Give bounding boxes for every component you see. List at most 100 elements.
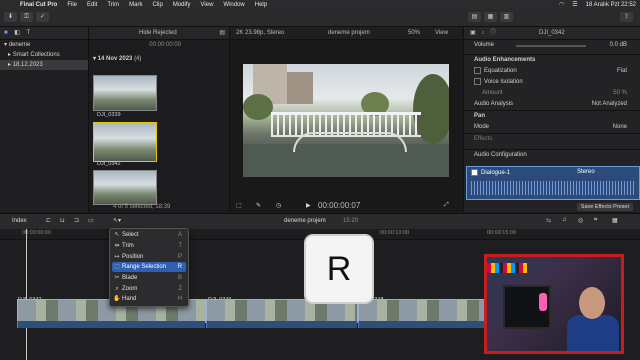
equalization-checkbox[interactable] [474,66,481,74]
panel-icon[interactable]: ▥ [500,12,513,22]
speed-icon[interactable]: ◷ [276,202,281,209]
voice-isolation-label: Voice Isolation [484,79,523,85]
inspector-tabs: ▣ ♪ ⓘ DJI_0342 [464,27,640,40]
volume-slider[interactable] [516,45,586,47]
edit-overwrite-icon[interactable]: ▭ [88,217,94,224]
timeline-duration: 15:20 [343,218,359,224]
edit-append-icon[interactable]: ⊐ [74,217,79,224]
pan-mode-dropdown[interactable]: None [613,122,627,133]
menu-view[interactable]: View [201,2,214,8]
project-title: deneme projem [328,30,370,36]
menu-modify[interactable]: Modify [173,2,191,8]
playhead[interactable] [26,229,27,360]
keyword-icon[interactable]: ⚿ [20,12,33,22]
menu-clip[interactable]: Clip [152,2,162,8]
menu-edit[interactable]: Edit [87,2,97,8]
photos-icon[interactable]: ◧ [14,30,20,36]
libraries-icon[interactable]: ■ [4,30,8,36]
share-icon[interactable]: ⇪ [620,12,633,22]
tool-trim[interactable]: ⇹ Trim T [112,241,186,251]
voice-isolation-row: Voice Isolation [464,77,640,88]
transform-icon[interactable]: ⬚ [236,202,242,209]
audio-inspector-icon[interactable]: ♪ [481,30,484,36]
clock[interactable]: 18 Aralık Pzt 22:52 [586,2,636,8]
audio-skimming-icon[interactable]: ♫ [562,217,567,223]
equalization-dropdown[interactable]: Flat [617,66,627,77]
index-button[interactable]: Index [12,218,27,224]
webcam-overlay [484,254,624,354]
wifi-icon[interactable]: ◠ [559,1,564,8]
audio-waveform [471,181,635,195]
zoom-icon: ⌕ [115,286,119,292]
voice-isolation-checkbox[interactable] [474,77,481,85]
audio-waveform-strip [17,321,205,328]
background-tasks-icon[interactable]: ✓ [36,12,49,22]
timeline-project-name[interactable]: deneme projem [284,218,326,224]
amount-label: Amount [482,90,503,96]
import-icon[interactable]: ⬇ [4,12,17,22]
menu-mark[interactable]: Mark [129,2,142,8]
snapping-icon[interactable]: ⌗ [594,217,597,224]
filter-dropdown[interactable]: Hide Rejected [139,27,177,39]
volume-row: Volume 0.0 dB [464,40,640,51]
audio-configuration-heading[interactable]: Audio Configuration [464,149,640,161]
smart-collections-label: Smart Collections [12,52,60,58]
menu-window[interactable]: Window [223,2,244,8]
blade-icon: ✂ [114,275,120,281]
play-button[interactable]: ▶ [306,202,311,209]
inspector-toggle-icon[interactable]: ▤ [468,12,481,22]
dialogue-role-block[interactable]: Dialogue-1 Stereo [466,166,640,200]
equalization-row: Equalization Flat [464,66,640,77]
dialogue-checkbox-row: Dialogue-1 [471,169,510,176]
browser-timecode: 00:00:00:00 [149,42,181,48]
zoom-dropdown[interactable]: 50% [408,27,420,39]
menu-help[interactable]: Help [255,2,267,8]
library-item[interactable]: ▾ deneme [0,40,88,50]
volume-value[interactable]: 0.0 dB [610,40,627,51]
enhance-icon[interactable]: ✎ [256,202,261,209]
tool-zoom[interactable]: ⌕ Zoom Z [112,284,186,294]
pan-mode-label: Mode [474,124,490,130]
tool-position[interactable]: ↦ Position P [112,252,186,262]
date-group[interactable]: ▾ 14 Nov 2023 (4) [89,54,229,64]
tool-selector-icon[interactable]: ↖▾ [113,217,121,224]
smart-collections-item[interactable]: ▸ Smart Collections [0,50,88,60]
menu-trim[interactable]: Trim [107,2,119,8]
timeline-clip[interactable] [358,299,485,323]
view-dropdown[interactable]: View [435,27,448,39]
audio-enhancements-heading[interactable]: Audio Enhancements [464,54,640,66]
clip-thumbnail[interactable] [93,75,157,111]
fullscreen-icon[interactable]: ⤢ [444,202,449,209]
info-inspector-icon[interactable]: ⓘ [490,30,496,36]
pan-heading[interactable]: Pan [464,110,640,122]
control-center-icon[interactable]: ☰ [572,1,577,8]
menu-app-name[interactable]: Final Cut Pro [20,2,57,8]
library-tabs: ■ ◧ T [0,27,88,40]
solo-icon[interactable]: ◎ [578,217,583,224]
tool-hand[interactable]: ✋Hand H [112,294,186,304]
channel-dropdown[interactable]: Stereo [577,169,595,175]
video-inspector-icon[interactable]: ▣ [470,30,476,36]
save-effects-preset-button[interactable]: Save Effects Preset [576,203,633,211]
event-item[interactable]: ▸ 18.12.2023 [0,60,88,70]
clip-appearance-icon[interactable]: ▦ [612,217,618,224]
amount-value[interactable]: 50 % [613,88,627,99]
clip-thumbnail-selected[interactable] [93,122,157,162]
menu-file[interactable]: File [67,2,77,8]
tool-blade[interactable]: ✂ Blade B [112,273,186,283]
range-selection-icon: ⬚ [114,264,120,270]
tool-select[interactable]: ↖ Select A [112,230,186,240]
clip-thumbnail[interactable] [93,170,157,205]
titles-icon[interactable]: T [27,30,31,36]
tools-menu: ↖ Select A ⇹ Trim T ↦ Position P ⬚ Range Select… [109,228,189,307]
dialogue-checkbox[interactable] [471,169,478,176]
edit-connect-icon[interactable]: ⊏ [46,217,51,224]
browser-settings-icon[interactable]: ▤ [219,27,225,39]
edit-insert-icon[interactable]: ⊔ [60,217,65,224]
ruler-end-label: 00:00:15:00 [487,230,517,236]
tool-range-selection[interactable]: ⬚ Range Selection R [112,262,186,272]
playhead-timecode: 00:00:00:07 [318,201,361,210]
layout-icon[interactable]: ▦ [484,12,497,22]
date-group-label: 14 Nov 2023 [97,56,133,62]
skimming-icon[interactable]: ⇆ [546,217,551,224]
